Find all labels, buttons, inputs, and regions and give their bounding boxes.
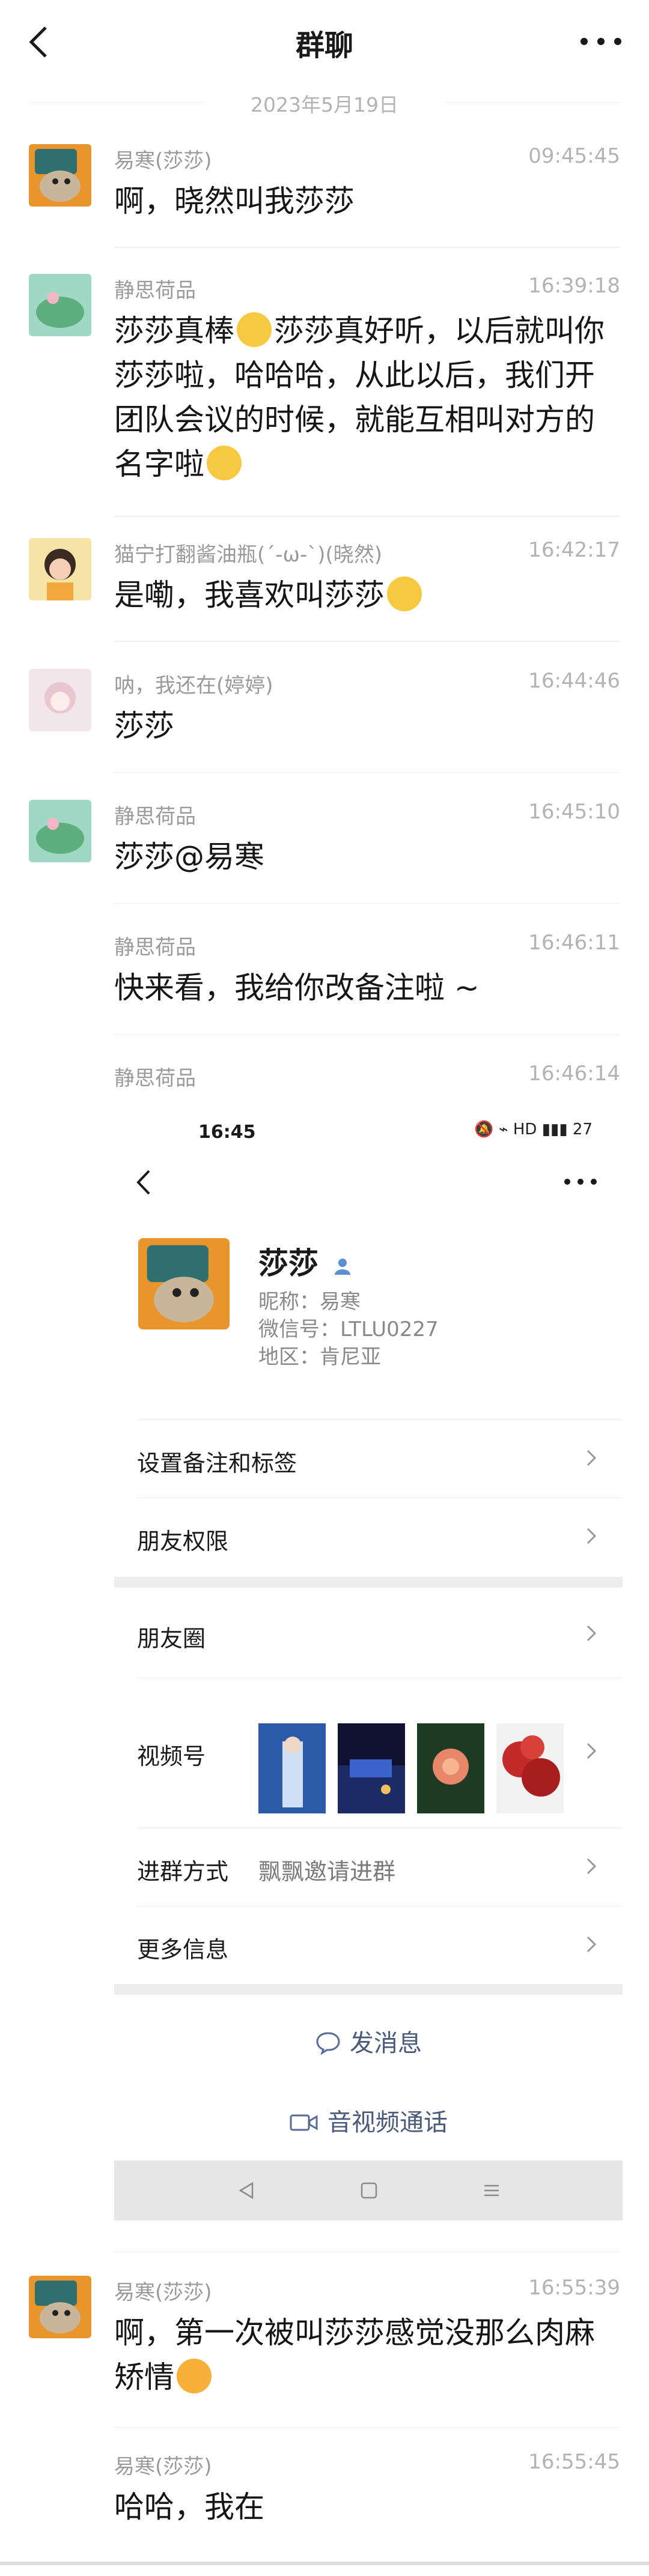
sender-name: 静思荷品 [114,279,196,303]
chevron-right-icon [587,1936,597,1953]
android-nav-bar [114,2160,623,2221]
row-label: 更多信息 [137,1937,229,1963]
message-text-part: 是嘞，我喜欢叫莎莎 [114,578,385,612]
message-text-part: 莎莎真棒 [114,313,234,348]
screenshot-image[interactable]: 16:45 🔕 ⌁ HD ▮▮▮ 27 莎莎 昵称：易寒 微信号：LTLU022… [114,1100,623,2136]
blush-emoji-icon [177,2359,212,2393]
chat-bubble-icon [316,2032,340,2055]
message-text[interactable]: 啊，第一次被叫莎莎感觉没那么肉麻矫情 [114,2311,615,2399]
section-gap [114,1984,623,1995]
status-icons: 🔕 ⌁ HD ▮▮▮ 27 [474,1120,593,1138]
message-time: 09:45:45 [528,144,620,168]
row-label: 视频号 [137,1743,206,1770]
divider [114,516,620,517]
divider [114,2427,620,2428]
sender-name: 静思荷品 [114,1066,196,1090]
profile-avatar[interactable] [138,1238,230,1329]
message-text[interactable]: 哈哈，我在 [114,2485,615,2529]
video-call-button[interactable]: 音视频通话 [114,2103,623,2138]
smirk-emoji-icon [207,446,242,480]
message-text[interactable]: 啊，晓然叫我莎莎 [114,179,615,223]
hug-emoji-icon [237,312,272,347]
message-time: 16:39:18 [528,274,620,298]
chevron-right-icon [587,1625,597,1642]
divider [114,903,620,904]
video-call-label: 音视频通话 [328,2109,448,2136]
sender-name: 静思荷品 [114,805,196,829]
profile-wechat-id: 微信号：LTLU0227 [258,1317,439,1341]
avatar[interactable] [29,800,91,862]
chat-page: 群聊 2023年5月19日 易寒(莎莎) 09:45:45 啊，晓然叫我莎莎 静… [0,0,649,2576]
sender-name: 猫宁打翻酱油瓶(´-ω-`)(晓然) [114,543,383,567]
back-arrow-icon[interactable] [132,1167,156,1197]
avatar[interactable] [29,274,91,336]
divider [114,772,620,773]
sender-name: 易寒(莎莎) [114,149,212,173]
status-bar: 16:45 🔕 ⌁ HD ▮▮▮ 27 [114,1100,623,1166]
message-text[interactable]: 快来看，我给你改备注啦 ~ [114,966,615,1010]
row-remark[interactable]: 设置备注和标签 [114,1420,623,1498]
row-more-info[interactable]: 更多信息 [114,1906,623,1984]
video-camera-icon [290,2114,318,2131]
sender-name: 易寒(莎莎) [114,2281,212,2305]
channel-thumbnail[interactable] [496,1723,564,1813]
chevron-right-icon [587,1450,597,1466]
divider [114,1034,620,1035]
row-label: 朋友圈 [137,1625,206,1652]
row-label: 进群方式 [137,1858,229,1885]
avatar[interactable] [29,144,91,207]
sender-name: 呐，我还在(婷婷) [114,674,273,698]
row-label: 朋友权限 [137,1528,229,1555]
chevron-right-icon [587,1858,597,1875]
message-text[interactable]: 莎莎@易寒 [114,835,615,879]
nav-back-icon[interactable] [237,2181,256,2200]
top-bar: 群聊 [0,0,649,84]
channel-thumbnail[interactable] [417,1723,484,1813]
more-dots-icon[interactable] [562,1175,599,1189]
message-text[interactable]: 莎莎真棒 莎莎真好听，以后就叫你莎莎啦，哈哈哈，从此以后，我们开团队会议的时候，就… [114,309,615,486]
message-time: 16:46:11 [528,931,620,955]
chevron-right-icon [587,1528,597,1544]
chevron-right-icon [587,1743,597,1759]
message-text[interactable]: 是嘞，我喜欢叫莎莎 [114,573,615,617]
avatar[interactable] [29,538,91,600]
sender-name: 静思荷品 [114,936,196,960]
send-message-label: 发消息 [350,2030,422,2057]
profile-nickname: 昵称：易寒 [258,1290,361,1314]
status-time: 16:45 [198,1122,256,1143]
message-time: 16:55:45 [528,2450,620,2474]
row-value: 飘飘邀请进群 [258,1858,396,1885]
avatar[interactable] [29,2276,91,2338]
section-gap [114,1577,623,1588]
row-permission[interactable]: 朋友权限 [114,1498,623,1576]
more-dots-icon[interactable] [577,31,625,52]
message-text[interactable]: 莎莎 [114,704,615,748]
row-join-method[interactable]: 进群方式 飘飘邀请进群 [114,1828,623,1906]
scroll-indicator [0,2562,649,2565]
channel-thumbnail[interactable] [338,1723,405,1813]
shy-emoji-icon [387,576,422,611]
profile-name-text: 莎莎 [258,1246,318,1281]
profile-region: 地区：肯尼亚 [258,1345,381,1369]
message-time: 16:44:46 [528,669,620,693]
channel-thumbnail[interactable] [258,1723,326,1813]
nav-menu-icon[interactable] [482,2181,501,2200]
profile-name: 莎莎 [258,1239,353,1283]
divider [114,247,620,248]
message-time: 16:55:39 [528,2276,620,2300]
row-moments[interactable]: 朋友圈 [114,1588,623,1678]
message-time: 16:46:14 [528,1062,620,1086]
message-time: 16:42:17 [528,538,620,562]
avatar[interactable] [29,669,91,731]
nav-home-icon[interactable] [359,2181,379,2200]
sender-name: 易寒(莎莎) [114,2455,212,2479]
row-label: 设置备注和标签 [137,1450,297,1477]
date-divider: 2023年5月19日 [0,89,649,116]
chat-title: 群聊 [295,29,353,62]
divider [114,641,620,642]
person-icon [335,1258,351,1275]
message-time: 16:45:10 [528,800,620,824]
send-message-button[interactable]: 发消息 [114,2024,623,2058]
